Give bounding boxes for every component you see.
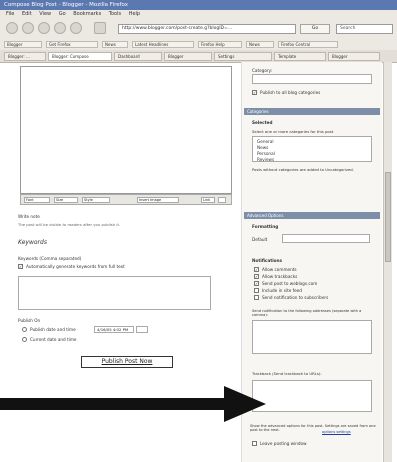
bookmark-item[interactable]: Latest Headlines: [132, 41, 194, 48]
publish-date-input[interactable]: 4/16/05 4:02 PM: [94, 326, 134, 333]
publish-time-label: Publish On: [18, 318, 41, 323]
keywords-title: Keywords: [18, 239, 47, 246]
style-select[interactable]: Style: [82, 197, 110, 203]
menu-file[interactable]: File: [6, 10, 14, 19]
scrollbar-thumb[interactable]: [385, 172, 391, 262]
page-scrollbar[interactable]: [383, 62, 392, 462]
leave-window-checkbox[interactable]: [252, 441, 257, 446]
notify-label: Send post to weblogs.com: [262, 281, 318, 286]
font-select[interactable]: Font: [24, 197, 50, 203]
ping-label: Send notification to the following addre…: [252, 309, 362, 317]
notify-checkbox[interactable]: [254, 295, 259, 300]
publish-date-radio-label: Publish date and time: [30, 327, 76, 332]
menu-bookmarks[interactable]: Bookmarks: [73, 10, 101, 19]
tab[interactable]: Settings: [214, 52, 272, 61]
formatting-label: Formatting: [252, 224, 279, 229]
search-input[interactable]: Search: [336, 24, 393, 34]
menu-help[interactable]: Help: [129, 10, 140, 19]
write-note: Write note: [18, 214, 40, 219]
arrow-right-icon: [224, 386, 266, 422]
publish-post-button[interactable]: Publish Post Now: [81, 356, 173, 368]
notify-label: Include in site feed: [262, 288, 302, 293]
menu-tools[interactable]: Tools: [109, 10, 121, 19]
link-button[interactable]: Link: [201, 197, 215, 203]
menu-go[interactable]: Go: [59, 10, 66, 19]
calendar-icon[interactable]: [136, 326, 148, 333]
notify-checkbox[interactable]: ✓: [254, 267, 259, 272]
go-button[interactable]: Go: [300, 24, 330, 34]
trackback-textarea[interactable]: [252, 380, 372, 412]
bookmark-item[interactable]: Get Firefox: [46, 41, 98, 48]
notify-label: Send notification to subscribers: [262, 295, 329, 300]
tab-active[interactable]: Blogger: Compose: [48, 52, 112, 61]
menu-view[interactable]: View: [39, 10, 51, 19]
post-editor-area[interactable]: [20, 66, 232, 194]
list-item[interactable]: News: [257, 145, 268, 150]
tab[interactable]: Blogger: [164, 52, 212, 61]
page-icon: [94, 22, 106, 34]
tab[interactable]: Blogger: ...: [4, 52, 46, 61]
notify-label: Allow trackbacks: [262, 274, 298, 279]
tab[interactable]: Template: [274, 52, 326, 61]
ping-textarea[interactable]: [252, 320, 372, 354]
annotation-arrow-shaft: [0, 398, 225, 410]
notify-checkbox[interactable]: ✓: [254, 274, 259, 279]
keywords-label: Keywords (Comma separated): [18, 256, 82, 261]
size-select[interactable]: Size: [54, 197, 78, 203]
all-categories-checkbox[interactable]: ✓: [252, 90, 257, 95]
bookmark-item[interactable]: Firefox Central: [278, 41, 338, 48]
home-icon[interactable]: [70, 22, 82, 34]
menu-edit[interactable]: Edit: [22, 10, 32, 19]
keywords-checkbox[interactable]: ✓: [18, 264, 23, 269]
tab[interactable]: Dashboard: [114, 52, 162, 61]
bookmark-item[interactable]: Blogger: [4, 41, 42, 48]
keywords-checkbox-label: Automatically generate keywords from ful…: [26, 264, 125, 269]
footer-note: Show the advanced options for this post.…: [250, 424, 376, 432]
notify-checkbox[interactable]: ✓: [254, 281, 259, 286]
stop-icon[interactable]: [54, 22, 66, 34]
leave-window-label: Leave posting window: [260, 441, 307, 446]
list-item[interactable]: Personal: [257, 151, 275, 156]
tab[interactable]: Blogger: [328, 52, 380, 61]
list-item[interactable]: Reviews: [257, 157, 274, 162]
reload-icon[interactable]: [38, 22, 50, 34]
advanced-panel-header[interactable]: Advanced Options: [244, 212, 380, 219]
notify-checkbox[interactable]: [254, 288, 259, 293]
options-link[interactable]: options settings: [322, 430, 351, 434]
trash-icon[interactable]: [218, 197, 226, 203]
bookmark-item[interactable]: Firefox Help: [198, 41, 242, 48]
navigation-toolbar: http://www.blogger.com/post-create.g?blo…: [0, 19, 397, 40]
back-icon[interactable]: [6, 22, 18, 34]
formatting-select[interactable]: [282, 234, 370, 243]
all-categories-label: Publish to all blog categories: [260, 90, 321, 95]
categories-hint: Select one or more categories for this p…: [252, 129, 334, 134]
bookmark-item[interactable]: News: [102, 41, 128, 48]
insert-image-button[interactable]: Insert Image: [137, 197, 179, 203]
list-item[interactable]: General: [257, 139, 274, 144]
category-input[interactable]: [252, 74, 372, 84]
formatting-select-label: Default: [252, 237, 268, 242]
trackback-label: Trackback (Send trackback to URLs):: [252, 371, 322, 376]
categories-sub: Selected: [252, 120, 273, 125]
keywords-textarea[interactable]: [18, 276, 211, 310]
bookmark-item[interactable]: News: [246, 41, 274, 48]
publish-date-radio[interactable]: [22, 327, 27, 332]
categories-note: Posts without categories are added to Un…: [252, 167, 354, 172]
current-date-radio[interactable]: [22, 337, 27, 342]
current-date-radio-label: Current date and time: [30, 337, 77, 342]
url-bar[interactable]: http://www.blogger.com/post-create.g?blo…: [118, 24, 296, 34]
notify-label: Allow comments: [262, 267, 297, 272]
categories-listbox[interactable]: General News Personal Reviews: [252, 136, 372, 162]
categories-panel-header[interactable]: Categories: [244, 108, 380, 115]
editor-toolbar: Font Size Style Insert Image Link: [20, 194, 232, 205]
forward-icon[interactable]: [22, 22, 34, 34]
notifications-label: Notifications: [252, 258, 283, 263]
category-label: Category:: [252, 68, 273, 73]
window-title: Compose Blog Post - Blogger - Mozilla Fi…: [0, 0, 397, 10]
write-note-detail: The post will be visible to readers afte…: [18, 222, 121, 227]
